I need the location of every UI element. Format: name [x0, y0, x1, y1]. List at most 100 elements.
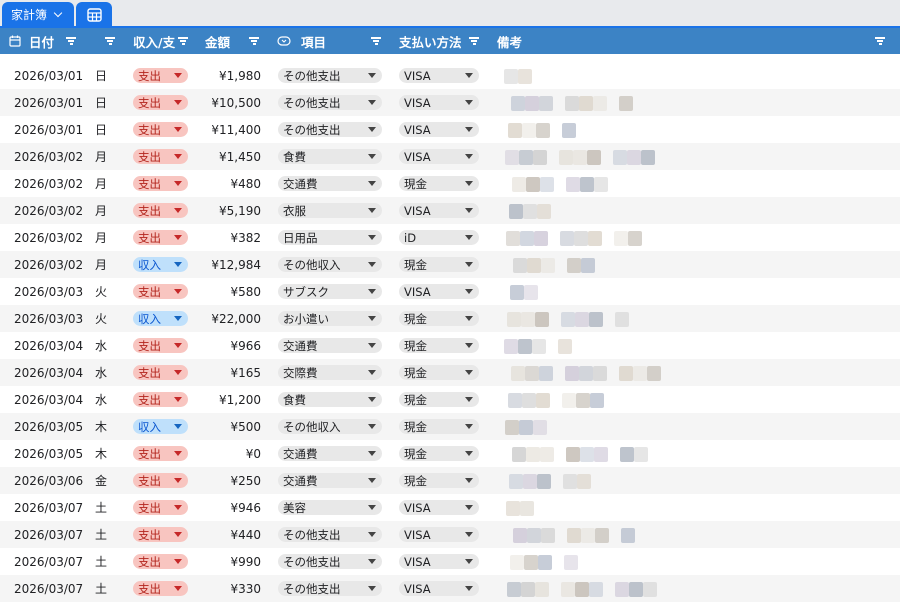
cell-type[interactable]: 収入: [133, 413, 188, 440]
cell-weekday[interactable]: 月: [95, 224, 107, 251]
cell-payment[interactable]: VISA: [399, 494, 479, 521]
category-chip[interactable]: 交通費: [278, 338, 382, 353]
table-row[interactable]: 2026/03/02 月 支出 ¥382 日用品 iD: [0, 224, 900, 251]
cell-date[interactable]: 2026/03/06: [14, 467, 83, 494]
cell-date[interactable]: 2026/03/03: [14, 305, 83, 332]
cell-note-redacted[interactable]: [494, 440, 874, 467]
cell-date[interactable]: 2026/03/02: [14, 143, 83, 170]
payment-chip[interactable]: VISA: [399, 203, 479, 218]
cell-note-redacted[interactable]: [494, 89, 874, 116]
type-chip[interactable]: 支出: [133, 68, 188, 83]
type-chip[interactable]: 支出: [133, 284, 188, 299]
cell-weekday[interactable]: 水: [95, 386, 107, 413]
type-chip[interactable]: 支出: [133, 554, 188, 569]
cell-type[interactable]: 支出: [133, 440, 188, 467]
cell-amount[interactable]: ¥22,000: [211, 305, 261, 332]
cell-weekday[interactable]: 日: [95, 89, 107, 116]
cell-category[interactable]: 衣服: [278, 197, 382, 224]
cell-amount[interactable]: ¥990: [230, 548, 261, 575]
table-row[interactable]: 2026/03/07 土 支出 ¥990 その他支出 VISA: [0, 548, 900, 575]
type-chip[interactable]: 支出: [133, 176, 188, 191]
cell-amount[interactable]: ¥382: [230, 224, 261, 251]
header-type[interactable]: 収入/支: [133, 28, 175, 54]
cell-type[interactable]: 支出: [133, 332, 188, 359]
header-category[interactable]: 項目: [277, 28, 326, 54]
cell-category[interactable]: サブスク: [278, 278, 382, 305]
category-chip[interactable]: その他支出: [278, 527, 382, 542]
cell-category[interactable]: 美容: [278, 494, 382, 521]
cell-date[interactable]: 2026/03/07: [14, 575, 83, 602]
category-chip[interactable]: 食費: [278, 392, 382, 407]
category-chip[interactable]: 交通費: [278, 473, 382, 488]
cell-type[interactable]: 支出: [133, 494, 188, 521]
cell-amount[interactable]: ¥12,984: [211, 251, 261, 278]
cell-payment[interactable]: 現金: [399, 305, 479, 332]
cell-note-redacted[interactable]: [494, 521, 874, 548]
cell-type[interactable]: 支出: [133, 116, 188, 143]
category-chip[interactable]: 衣服: [278, 203, 382, 218]
cell-amount[interactable]: ¥5,190: [219, 197, 261, 224]
cell-note-redacted[interactable]: [494, 575, 874, 602]
cell-date[interactable]: 2026/03/03: [14, 278, 83, 305]
filter-icon[interactable]: [66, 37, 76, 45]
cell-type[interactable]: 支出: [133, 62, 188, 89]
type-chip[interactable]: 支出: [133, 230, 188, 245]
cell-category[interactable]: その他支出: [278, 116, 382, 143]
header-note[interactable]: 備考: [497, 28, 522, 54]
header-payment[interactable]: 支払い方法: [399, 28, 462, 54]
cell-type[interactable]: 支出: [133, 197, 188, 224]
cell-amount[interactable]: ¥165: [230, 359, 261, 386]
cell-weekday[interactable]: 日: [95, 62, 107, 89]
payment-chip[interactable]: 現金: [399, 419, 479, 434]
category-chip[interactable]: その他支出: [278, 581, 382, 596]
cell-amount[interactable]: ¥966: [230, 332, 261, 359]
type-chip[interactable]: 収入: [133, 257, 188, 272]
type-chip[interactable]: 支出: [133, 446, 188, 461]
cell-date[interactable]: 2026/03/04: [14, 386, 83, 413]
payment-chip[interactable]: VISA: [399, 284, 479, 299]
type-chip[interactable]: 支出: [133, 149, 188, 164]
type-chip[interactable]: 支出: [133, 122, 188, 137]
category-chip[interactable]: 交通費: [278, 446, 382, 461]
cell-category[interactable]: その他収入: [278, 413, 382, 440]
cell-category[interactable]: 食費: [278, 143, 382, 170]
cell-type[interactable]: 支出: [133, 521, 188, 548]
cell-amount[interactable]: ¥330: [230, 575, 261, 602]
filter-icon[interactable]: [249, 37, 259, 45]
payment-chip[interactable]: VISA: [399, 122, 479, 137]
cell-payment[interactable]: VISA: [399, 278, 479, 305]
table-row[interactable]: 2026/03/06 金 支出 ¥250 交通費 現金: [0, 467, 900, 494]
cell-type[interactable]: 支出: [133, 386, 188, 413]
add-view-button[interactable]: [76, 2, 112, 27]
category-chip[interactable]: その他支出: [278, 68, 382, 83]
cell-weekday[interactable]: 土: [95, 494, 107, 521]
cell-weekday[interactable]: 月: [95, 170, 107, 197]
cell-weekday[interactable]: 水: [95, 332, 107, 359]
category-chip[interactable]: お小遣い: [278, 311, 382, 326]
payment-chip[interactable]: VISA: [399, 95, 479, 110]
cell-type[interactable]: 支出: [133, 575, 188, 602]
cell-date[interactable]: 2026/03/05: [14, 413, 83, 440]
header-amount[interactable]: 金額: [205, 28, 230, 54]
cell-date[interactable]: 2026/03/05: [14, 440, 83, 467]
cell-date[interactable]: 2026/03/02: [14, 197, 83, 224]
filter-icon[interactable]: [178, 37, 188, 45]
payment-chip[interactable]: VISA: [399, 527, 479, 542]
category-chip[interactable]: サブスク: [278, 284, 382, 299]
cell-note-redacted[interactable]: [494, 494, 874, 521]
cell-category[interactable]: お小遣い: [278, 305, 382, 332]
payment-chip[interactable]: 現金: [399, 176, 479, 191]
table-row[interactable]: 2026/03/07 土 支出 ¥440 その他支出 VISA: [0, 521, 900, 548]
cell-weekday[interactable]: 土: [95, 548, 107, 575]
cell-type[interactable]: 支出: [133, 224, 188, 251]
cell-payment[interactable]: VISA: [399, 575, 479, 602]
table-row[interactable]: 2026/03/07 土 支出 ¥330 その他支出 VISA: [0, 575, 900, 602]
cell-note-redacted[interactable]: [494, 143, 874, 170]
payment-chip[interactable]: 現金: [399, 446, 479, 461]
table-row[interactable]: 2026/03/04 水 支出 ¥1,200 食費 現金: [0, 386, 900, 413]
cell-category[interactable]: その他支出: [278, 521, 382, 548]
cell-weekday[interactable]: 土: [95, 575, 107, 602]
cell-weekday[interactable]: 木: [95, 413, 107, 440]
chevron-down-icon[interactable]: [53, 8, 63, 17]
cell-note-redacted[interactable]: [494, 548, 874, 575]
